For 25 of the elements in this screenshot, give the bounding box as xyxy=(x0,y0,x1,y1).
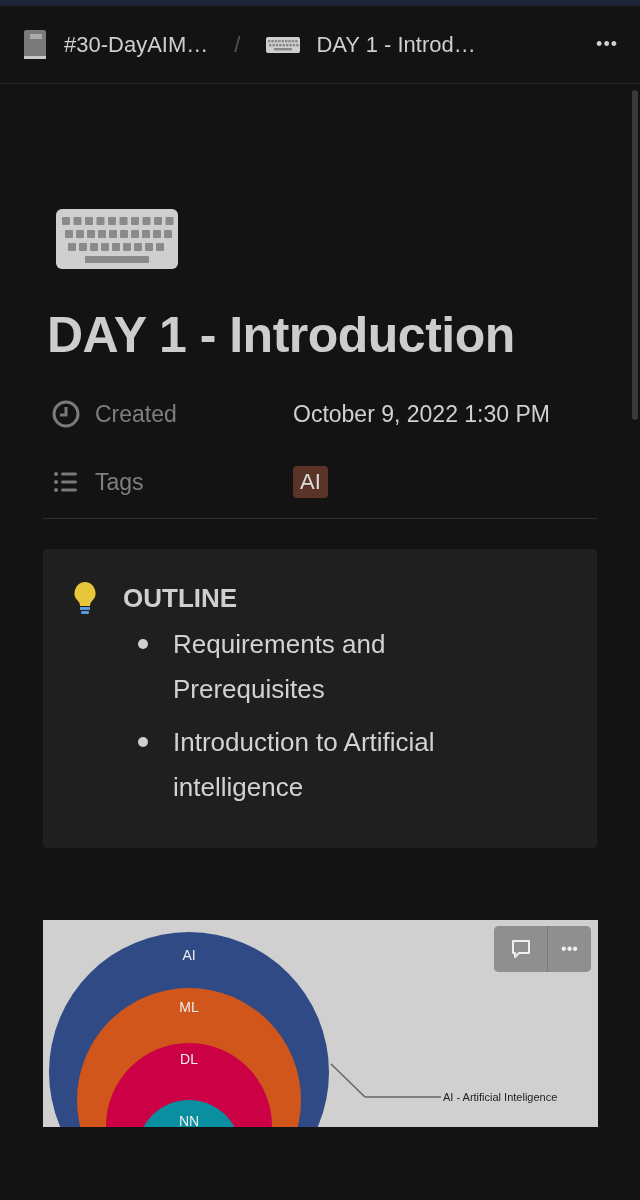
lightbulb-icon xyxy=(73,581,97,615)
book-icon xyxy=(22,28,48,61)
bullet-icon xyxy=(137,736,149,748)
diagram-caption: AI - Artificial Inteligence xyxy=(443,1091,558,1103)
breadcrumb-link[interactable]: #30-DayAIM… xyxy=(22,28,209,61)
keyboard-icon xyxy=(55,208,179,270)
list-item-text: Requirements and Prerequisites xyxy=(173,628,387,706)
callout-heading: OUTLINE xyxy=(123,583,239,614)
breadcrumb-separator: / xyxy=(234,31,241,58)
scrollbar[interactable] xyxy=(632,90,638,420)
clock-icon xyxy=(51,399,81,429)
page-title: DAY 1 - Introduction xyxy=(47,306,516,364)
breadcrumb-link[interactable]: DAY 1 - Introd… xyxy=(266,31,476,58)
layer-label: ML xyxy=(179,999,199,1015)
property-name: Created xyxy=(95,400,177,428)
layer-label: DL xyxy=(180,1051,198,1067)
bullet-icon xyxy=(137,638,149,650)
property-name: Tags xyxy=(95,468,144,496)
keyboard-icon xyxy=(266,35,301,54)
property-value: October 9, 2022 1:30 PM xyxy=(293,400,550,427)
tag[interactable]: AI xyxy=(293,466,328,498)
layer-label: AI xyxy=(182,947,196,963)
layer-label: NN xyxy=(178,1113,200,1127)
more-button[interactable]: ••• xyxy=(596,34,618,55)
list-item-text: Introduction to Artificial intelligence xyxy=(173,726,436,804)
